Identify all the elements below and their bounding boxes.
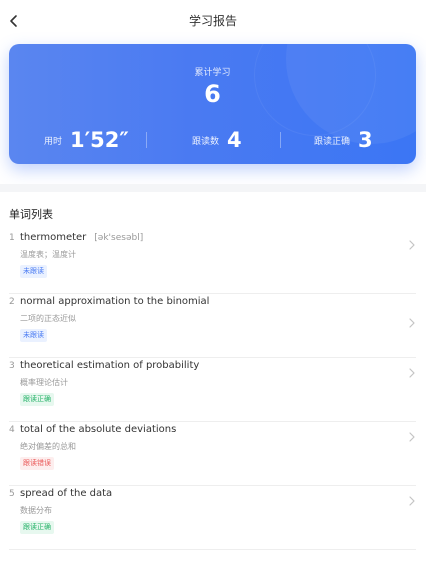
word-text: total of the absolute deviations [20,424,177,435]
row-index: 5 [9,489,15,499]
time-value: 1′52″ [70,128,129,152]
total-value: 6 [204,80,221,108]
time-stat: 用时 1′52″ [44,128,129,152]
follow-label: 跟读数 [192,136,220,147]
row-index: 2 [9,297,15,307]
chevron-right-icon [409,432,415,442]
chevron-right-icon [409,240,415,250]
meaning-text: 概率理论估计 [20,378,68,387]
row-index: 4 [9,425,15,435]
word-row[interactable]: 1 thermometer [ək'sesəbl] 温度表；温度计 未跟读 [9,230,416,294]
time-label: 用时 [44,136,63,147]
status-badge: 跟读正确 [20,393,54,406]
section-separator [0,184,426,192]
row-index: 3 [9,361,15,371]
status-badge: 未跟读 [20,329,47,342]
stat-divider [146,132,147,148]
correct-value: 3 [358,128,373,152]
word-text: spread of the data [20,488,113,499]
phonetic-text: [ək'sesəbl] [94,233,144,243]
word-row[interactable]: 5 spread of the data 数据分布 跟读正确 [9,486,416,550]
correct-stat: 跟读正确 3 [314,128,373,152]
follow-value: 4 [227,128,242,152]
word-list-title: 单词列表 [9,208,53,221]
status-badge: 跟读错误 [20,457,54,470]
summary-card: 累计学习 6 用时 1′52″ 跟读数 4 跟读正确 3 [9,44,416,164]
meaning-text: 数据分布 [20,506,52,515]
word-text: normal approximation to the binomial [20,296,210,307]
row-index: 1 [9,233,15,243]
word-text: thermometer [20,232,87,243]
correct-label: 跟读正确 [314,136,351,147]
chevron-right-icon [409,496,415,506]
follow-stat: 跟读数 4 [192,128,242,152]
page-title: 学习报告 [188,14,237,28]
total-label: 累计学习 [194,68,231,78]
top-bar: 学习报告 [0,0,426,40]
word-row[interactable]: 3 theoretical estimation of probability … [9,358,416,422]
word-text-line: thermometer [ək'sesəbl] [20,232,143,243]
meaning-text: 二项的正态近似 [20,314,76,323]
status-badge: 跟读正确 [20,521,54,534]
word-row[interactable]: 4 total of the absolute deviations 绝对偏差的… [9,422,416,486]
meaning-text: 温度表；温度计 [20,250,76,259]
meaning-text: 绝对偏差的总和 [20,442,76,451]
stat-divider [280,132,281,148]
word-row[interactable]: 2 normal approximation to the binomial 二… [9,294,416,358]
word-text: theoretical estimation of probability [20,360,200,371]
chevron-right-icon [409,368,415,378]
chevron-right-icon [409,318,415,328]
status-badge: 未跟读 [20,265,47,278]
